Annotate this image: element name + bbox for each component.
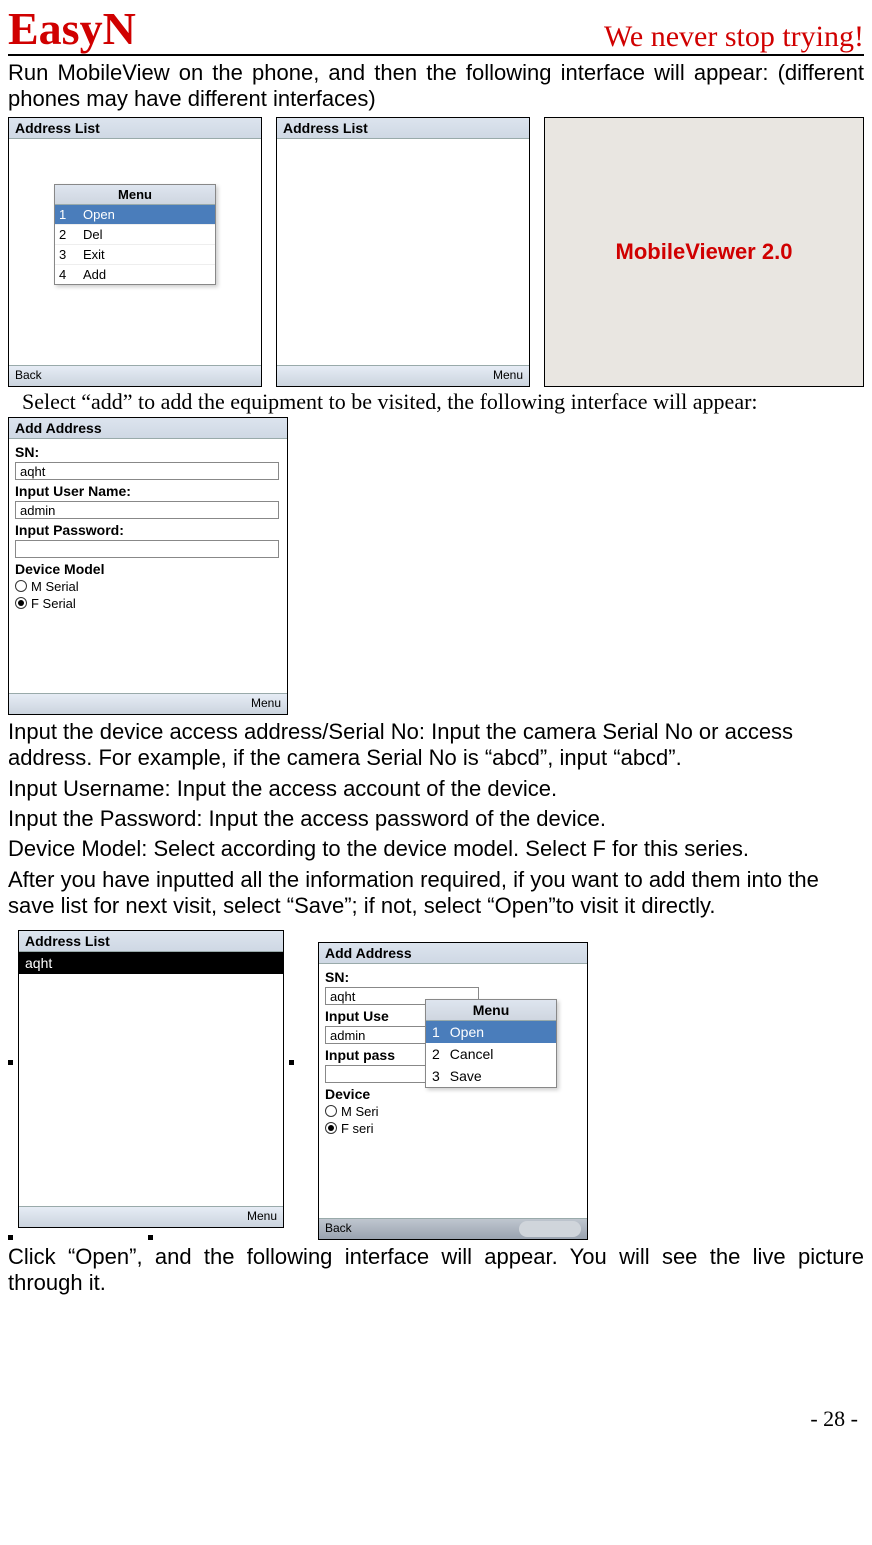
menu-label: Cancel [450,1046,494,1062]
screenshot-address-list-menu: Address List Menu 1 Open 2 Del 3 Exit [8,117,262,387]
menu-index: 3 [59,247,75,262]
radio-m-serial[interactable]: M Serial [15,579,281,594]
menu-label: Exit [83,247,105,262]
sn-label: SN: [325,969,581,985]
device-model-label: Device Model [15,561,281,577]
radio-f-serial[interactable]: F seri [325,1121,581,1136]
brand-slogan: We never stop trying! [604,22,864,52]
softkey-left[interactable] [19,1207,31,1227]
menu-item-open[interactable]: 1 Open [55,205,215,225]
softkey-bar: Menu [277,365,529,386]
softkey-bar: Menu [19,1206,283,1227]
menu-index: 2 [59,227,75,242]
intro-paragraph: Run MobileView on the phone, and then th… [8,60,864,113]
anchor-dot [8,1060,13,1065]
open-instruction: Click “Open”, and the following interfac… [8,1244,864,1297]
sn-label: SN: [15,444,281,460]
instruction-line-3: Input the Password: Input the access pas… [8,806,864,832]
username-input[interactable]: admin [325,1026,427,1044]
menu-index: 1 [432,1024,440,1040]
softkey-bar: Back [319,1218,587,1239]
screenshot-add-address-form: Add Address SN: aqht Input User Name: ad… [8,417,288,715]
softkey-right[interactable] [249,366,261,386]
menu-item-save[interactable]: 3 Save [426,1065,556,1087]
screenshot-splash: MobileViewer 2.0 [544,117,864,387]
softkey-menu[interactable]: Menu [241,1207,283,1227]
menu-index: 3 [432,1068,440,1084]
menu-label: Save [450,1068,482,1084]
menu-index: 1 [59,207,75,222]
menu-item-cancel[interactable]: 2 Cancel [426,1043,556,1065]
softkey-right[interactable] [519,1221,581,1237]
menu-item-open[interactable]: 1 Open [426,1021,556,1043]
page-header: EasyN We never stop trying! [8,6,864,56]
radio-label: M Serial [31,579,79,594]
menu-label: Add [83,267,106,282]
select-add-instruction: Select “add” to add the equipment to be … [22,389,864,415]
username-input[interactable]: admin [15,501,279,519]
password-input[interactable] [325,1065,427,1083]
softkey-menu[interactable]: Menu [487,366,529,386]
menu-index: 4 [59,267,75,282]
screenshot-wrapper: Address List aqht Menu [8,930,294,1240]
softkey-back[interactable]: Back [9,366,48,386]
screenshot-address-list-selected: Address List aqht Menu [18,930,284,1228]
radio-icon [325,1122,337,1134]
window-title: Add Address [319,943,587,964]
softkey-bar: Menu [9,693,287,714]
radio-icon [15,597,27,609]
screenshot-address-list-empty: Address List Menu [276,117,530,387]
password-label: Input Password: [15,522,281,538]
softkey-menu[interactable]: Menu [245,694,287,714]
anchor-dot [8,1235,13,1240]
instruction-line-2: Input Username: Input the access account… [8,776,864,802]
softkey-left[interactable] [9,694,21,714]
menu-item-add[interactable]: 4 Add [55,265,215,284]
radio-label: F seri [341,1121,374,1136]
radio-icon [15,580,27,592]
screenshot-row-1: Address List Menu 1 Open 2 Del 3 Exit [8,117,864,387]
context-menu-title: Menu [55,185,215,205]
instruction-line-1: Input the device access address/Serial N… [8,719,864,772]
instruction-line-4: Device Model: Select according to the de… [8,836,864,862]
sn-input[interactable]: aqht [15,462,279,480]
menu-index: 2 [432,1046,440,1062]
screenshot-row-2: Address List aqht Menu Add Address SN: a [8,930,864,1240]
menu-label: Open [450,1024,484,1040]
password-input[interactable] [15,540,279,558]
window-title: Address List [277,118,529,139]
screenshot-add-address-menu: Add Address SN: aqht Input Use admin Inp… [318,942,588,1240]
username-label: Input User Name: [15,483,281,499]
context-menu-title: Menu [426,1000,556,1021]
anchor-dot [148,1235,153,1240]
softkey-bar: Back [9,365,261,386]
menu-label: Open [83,207,115,222]
softkey-left[interactable] [277,366,289,386]
radio-icon [325,1105,337,1117]
radio-m-serial[interactable]: M Seri [325,1104,581,1119]
menu-item-exit[interactable]: 3 Exit [55,245,215,265]
window-title: Add Address [9,418,287,439]
page-number: - 28 - [8,1406,864,1432]
window-title: Address List [9,118,261,139]
context-menu: Menu 1 Open 2 Cancel 3 Save [425,999,557,1088]
radio-f-serial[interactable]: F Serial [15,596,281,611]
menu-item-del[interactable]: 2 Del [55,225,215,245]
brand-logo: EasyN [8,6,136,52]
splash-title: MobileViewer 2.0 [616,239,793,265]
context-menu: Menu 1 Open 2 Del 3 Exit 4 [54,184,216,285]
anchor-dot [289,1060,294,1065]
radio-label: F Serial [31,596,76,611]
list-item-selected[interactable]: aqht [19,952,283,974]
radio-label: M Seri [341,1104,379,1119]
instruction-line-5: After you have inputted all the informat… [8,867,864,920]
menu-label: Del [83,227,103,242]
window-title: Address List [19,931,283,952]
device-model-label-short: Device [325,1086,581,1102]
softkey-back[interactable]: Back [319,1219,358,1239]
